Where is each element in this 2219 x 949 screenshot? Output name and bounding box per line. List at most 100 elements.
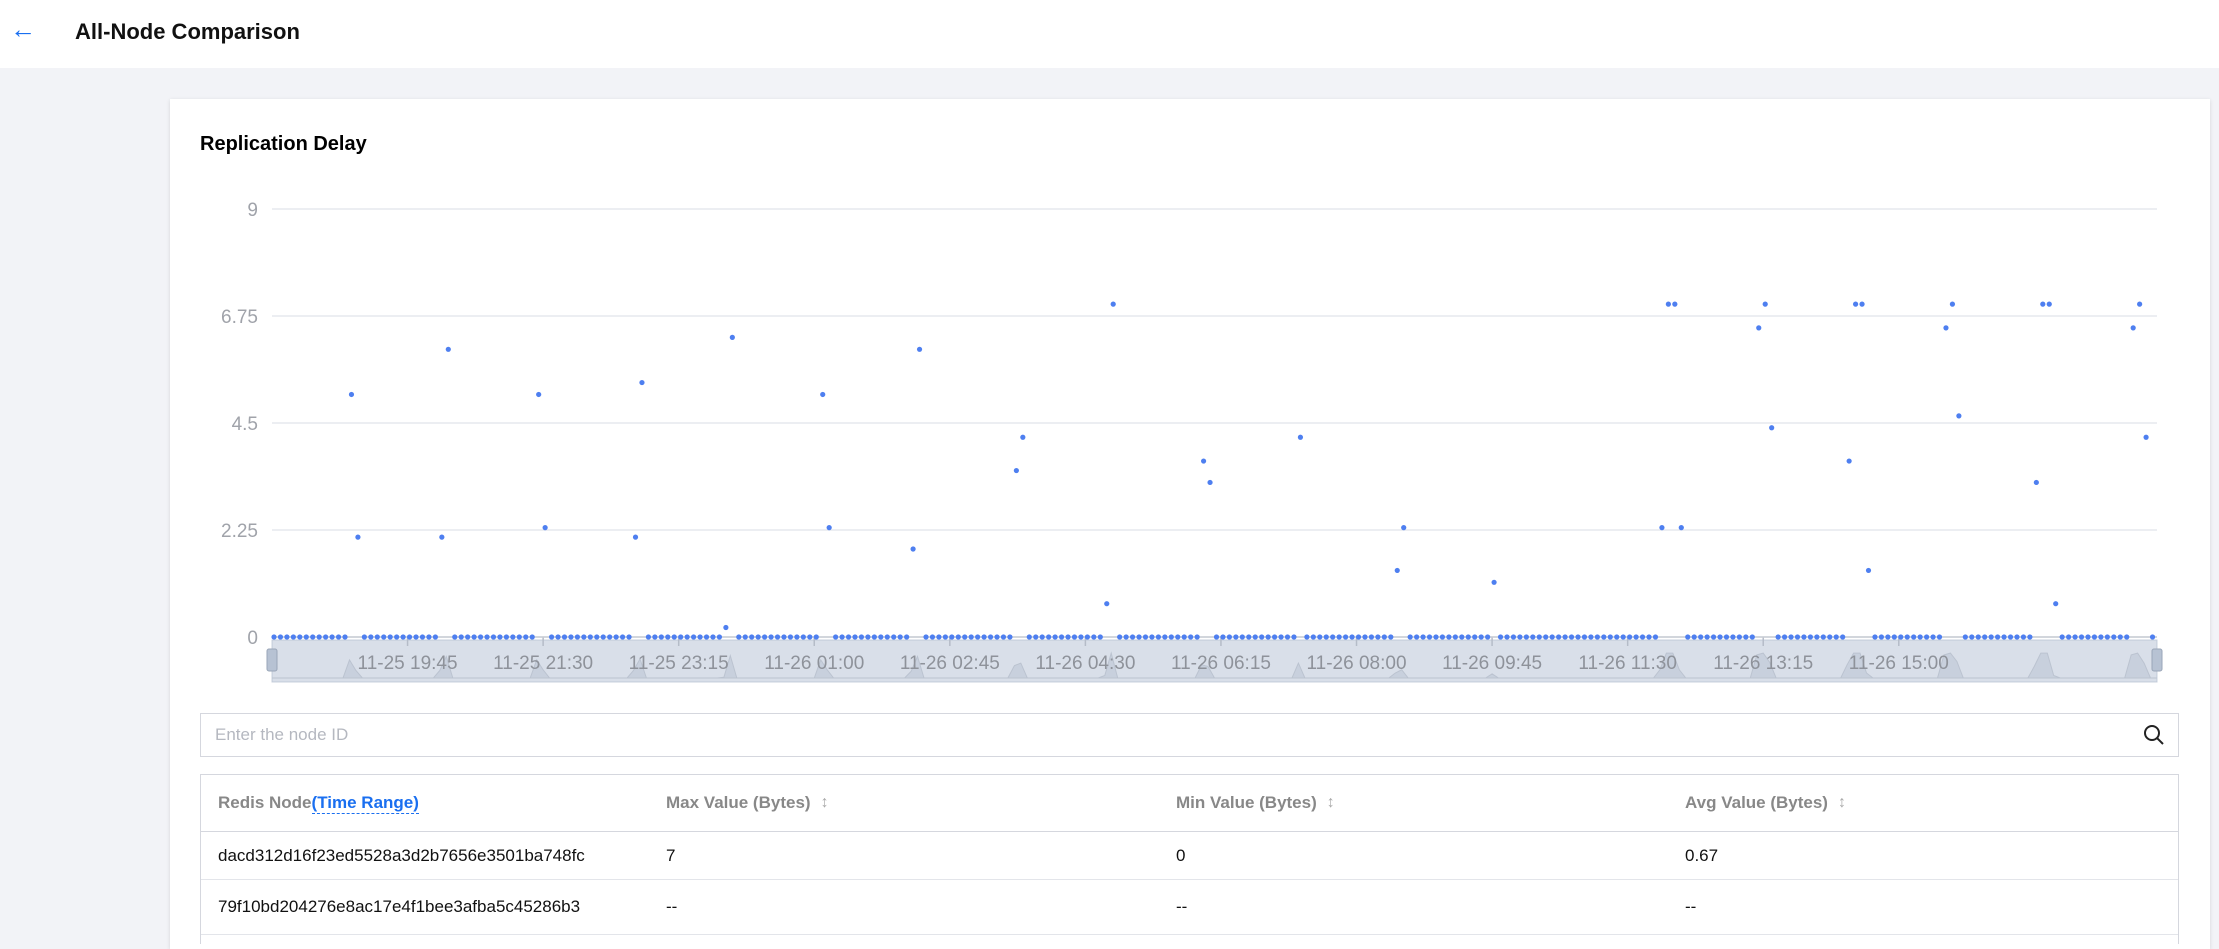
x-tick-label: 11-25 21:30 [493,653,593,674]
data-point [529,634,535,640]
data-point [2066,634,2072,640]
header-avg-label: Avg Value (Bytes) [1685,793,1828,812]
data-point [975,634,981,640]
data-point [703,634,710,640]
data-point [284,634,290,640]
data-point [1588,634,1594,640]
data-point [1046,634,1052,640]
data-point [2111,634,2117,640]
time-range-link[interactable]: (Time Range) [311,793,419,814]
data-point [394,634,400,640]
data-point [1949,301,1956,307]
data-point [671,634,677,640]
data-point [1155,634,1162,640]
data-point [1220,634,1226,640]
data-point [1749,634,1755,640]
data-point [1672,301,1678,307]
data-point [1252,634,1258,640]
data-point [800,634,806,640]
data-point [1865,567,1872,574]
data-point [303,634,309,640]
data-point [2117,634,2123,640]
data-point [1317,634,1323,640]
data-point [1349,634,1355,640]
sort-icon[interactable]: ↕ [1327,794,1335,812]
data-point [1188,634,1194,640]
data-point [1020,434,1026,440]
data-point [613,634,619,640]
data-point [1162,634,1168,640]
x-tick-label: 11-26 01:00 [764,653,864,674]
data-point [1704,634,1710,640]
data-point [335,634,342,640]
data-point [1536,634,1542,640]
data-point [1788,634,1794,640]
data-point [1872,634,1878,640]
data-point [1426,634,1433,640]
data-point [1646,634,1652,640]
sort-icon[interactable]: ↕ [821,794,829,812]
data-point [2033,479,2039,486]
data-zoom-handle[interactable] [2151,648,2163,672]
data-point [1775,634,1781,640]
data-point [484,634,490,640]
data-point [1510,634,1517,640]
data-point [1343,634,1349,640]
data-point [1246,634,1252,640]
data-point [600,634,606,640]
data-point [1517,634,1523,640]
data-point [1381,634,1387,640]
data-point [561,634,568,640]
data-point [1123,634,1129,640]
node-id-input[interactable] [201,714,2101,756]
data-point [1659,525,1665,531]
data-point [290,634,296,640]
data-point [1278,634,1284,640]
data-point [1330,634,1336,640]
data-zoom-handle[interactable] [266,648,278,672]
data-point [1239,634,1245,640]
data-point [1058,634,1065,640]
data-point [1362,634,1368,640]
data-point [1065,634,1071,640]
data-point [1530,634,1536,640]
data-point [1562,634,1568,640]
header-max[interactable]: Max Value (Bytes) ↕ [666,775,829,831]
node-search [200,713,2179,757]
data-point [1794,634,1801,640]
sort-icon[interactable]: ↕ [1838,794,1846,812]
data-point [1472,634,1478,640]
table-row: 79f10bd204276e8ac17e4f1bee3afba5c45286b3… [201,880,2178,935]
data-point [1620,634,1626,640]
header-avg[interactable]: Avg Value (Bytes) ↕ [1685,775,1846,831]
data-point [2040,301,2046,307]
data-point [1678,525,1684,531]
data-point [1975,634,1981,640]
data-point [387,634,393,640]
data-point [2072,634,2078,640]
x-tick-label: 11-26 04:30 [1035,653,1135,674]
search-icon[interactable] [2142,723,2166,747]
data-point [2143,434,2149,440]
data-point [1194,634,1200,640]
data-point [1814,634,1820,640]
data-point [1168,634,1174,640]
header-node: Redis Node (Time Range) [218,775,419,831]
header-min[interactable]: Min Value (Bytes) ↕ [1176,775,1335,831]
data-point [852,634,858,640]
data-point [1581,634,1588,640]
data-point [2007,634,2014,640]
data-point [684,634,690,640]
data-point [949,634,955,640]
data-point [523,634,529,640]
data-point [891,634,897,640]
data-point [1781,634,1788,640]
data-point [942,634,948,640]
data-point [1000,634,1007,640]
data-point [1388,634,1394,640]
data-point [658,634,664,640]
data-point [587,634,593,640]
data-point [1594,634,1600,640]
data-point [1207,479,1213,486]
data-point [297,634,303,640]
